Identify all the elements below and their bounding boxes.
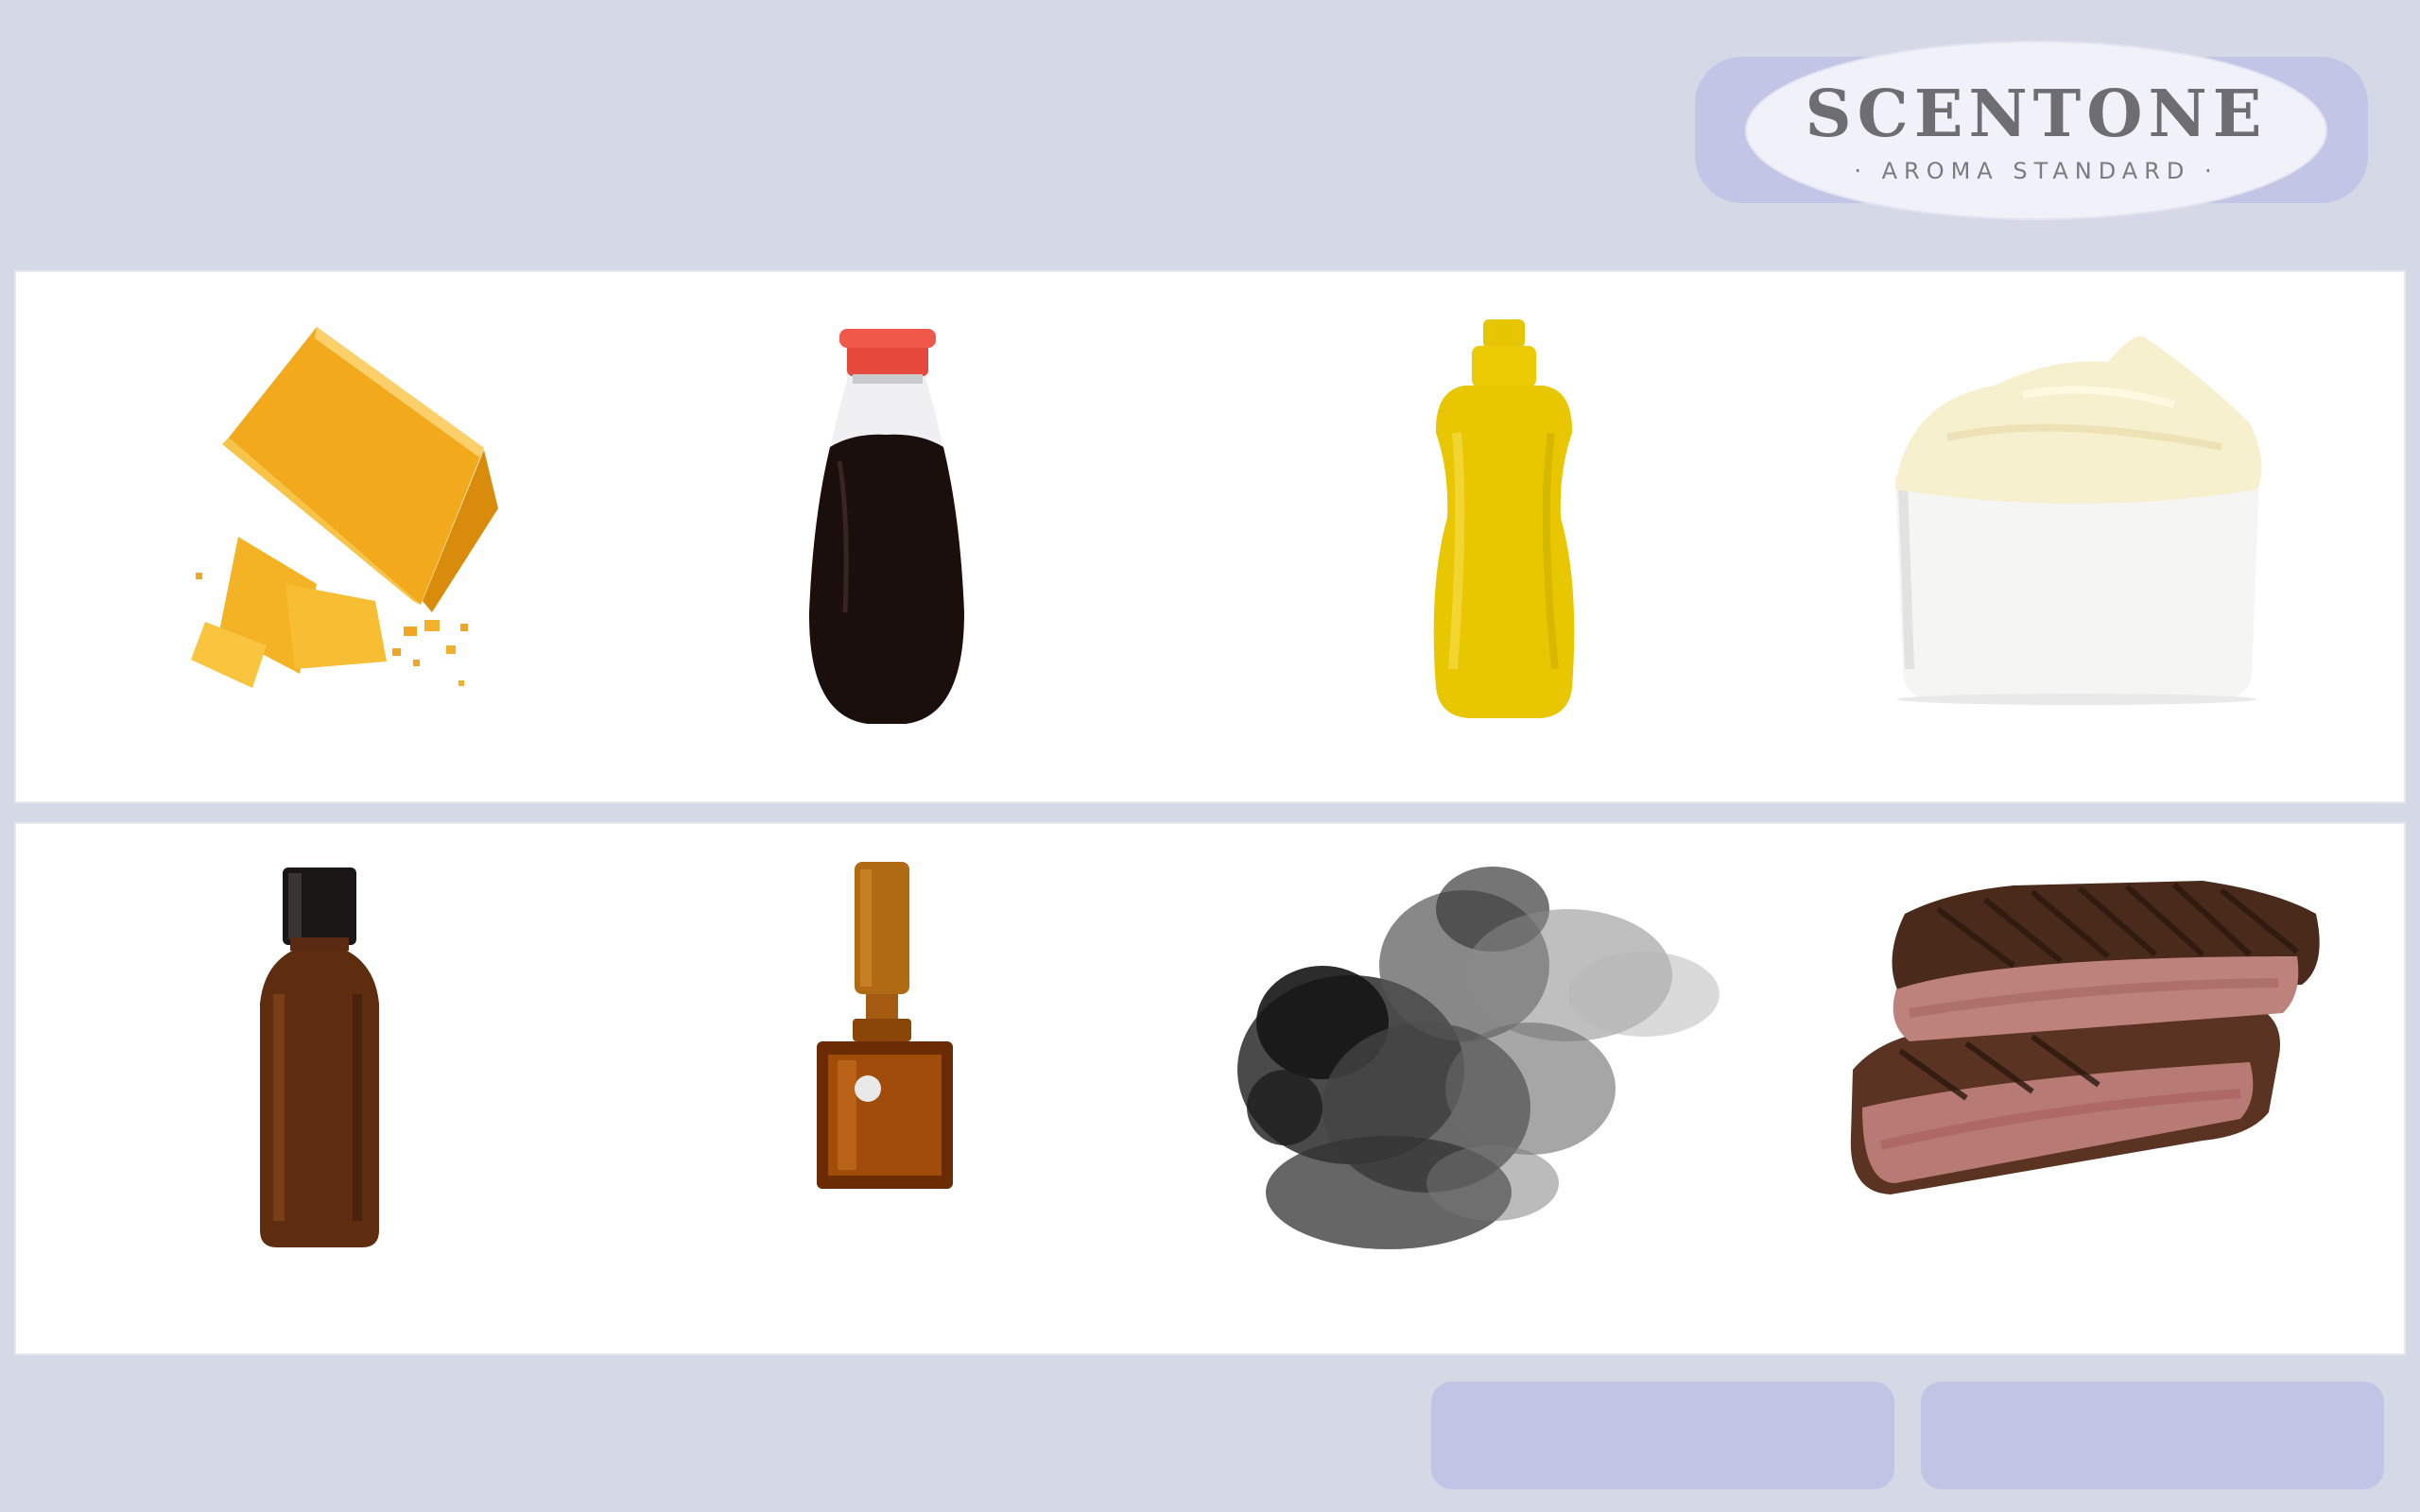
- aroma-card-cheese[interactable]: [16, 272, 613, 801]
- mayonnaise-bowl-icon: [1895, 335, 2262, 705]
- soy-sauce-bottle-icon: [808, 329, 964, 724]
- aroma-card-perfume-bottle[interactable]: [613, 824, 1209, 1353]
- logo: SCENTONE · AROMA STANDARD ·: [1745, 41, 2327, 220]
- aroma-card-mayonnaise[interactable]: [1806, 272, 2402, 801]
- logo-title: SCENTONE: [1805, 77, 2268, 152]
- grilled-steak-icon: [1850, 881, 2320, 1194]
- amber-spray-bottle-icon: [260, 868, 379, 1247]
- aroma-card-smoke[interactable]: [1209, 824, 1806, 1353]
- left-action-button[interactable]: [1431, 1382, 1894, 1489]
- logo-subtitle: · AROMA STANDARD ·: [1854, 158, 2219, 184]
- aroma-card-soy-sauce[interactable]: [613, 272, 1209, 801]
- aroma-card-steak[interactable]: [1806, 824, 2402, 1353]
- cheese-icon: [191, 327, 498, 688]
- smoke-icon: [1237, 867, 1720, 1249]
- amber-perfume-bottle-icon: [817, 862, 953, 1189]
- aroma-card-mustard[interactable]: [1209, 272, 1806, 801]
- aroma-row-2: [16, 824, 2404, 1353]
- aroma-card-spray-bottle[interactable]: [16, 824, 613, 1353]
- aroma-row-1: [16, 272, 2404, 801]
- mustard-bottle-icon: [1433, 319, 1575, 718]
- right-action-button[interactable]: [1921, 1382, 2384, 1489]
